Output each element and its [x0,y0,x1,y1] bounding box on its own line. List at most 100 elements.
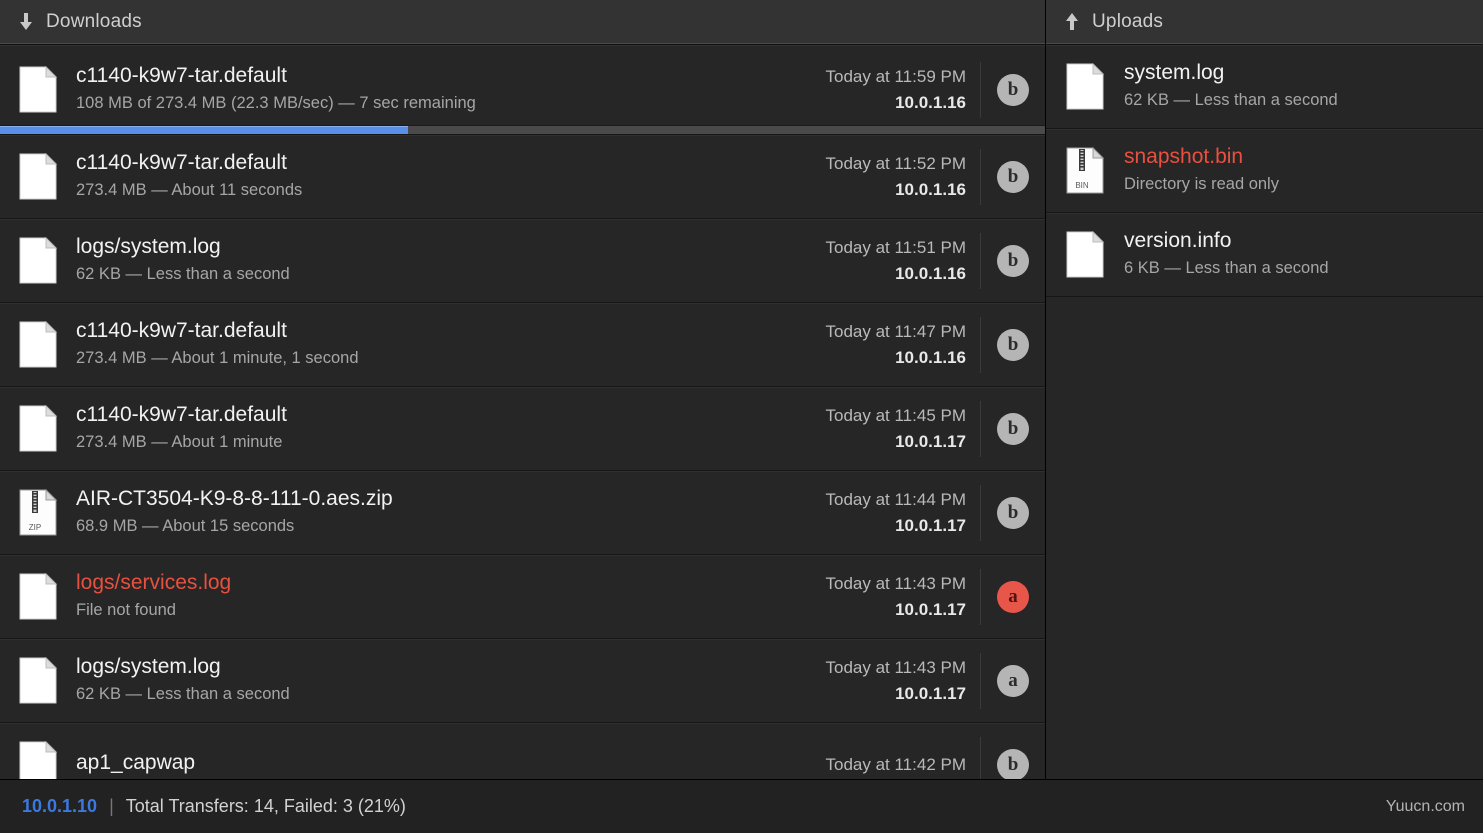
transfer-row[interactable]: ap1_capwap Today at 11:42 PM b [0,723,1045,779]
connection-badge[interactable]: b [997,412,1029,445]
transfer-meta-cell: Today at 11:52 PM 10.0.1.16 [749,148,981,205]
file-icon-cell [0,741,76,779]
transfer-meta-cell: Today at 11:47 PM 10.0.1.16 [749,316,981,373]
download-arrow-icon [18,12,34,32]
transfer-row[interactable]: version.info 6 KB — Less than a second [1046,213,1483,297]
transfer-host: 10.0.1.16 [895,263,966,283]
transfer-time: Today at 11:51 PM [825,238,967,257]
connection-badge[interactable]: b [997,244,1029,277]
transfer-row[interactable]: c1140-k9w7-tar.default 273.4 MB — About … [0,387,1045,471]
document-icon [19,66,57,113]
connection-badge-cell: b [981,328,1045,361]
progress-bar-fill [0,126,408,134]
file-status: 62 KB — Less than a second [1124,91,1338,110]
uploads-header: Uploads [1046,0,1483,45]
file-status: 62 KB — Less than a second [76,685,290,704]
transfer-host: 10.0.1.16 [895,179,966,199]
file-status: 273.4 MB — About 1 minute [76,433,283,452]
connection-badge[interactable]: b [997,73,1029,106]
document-icon [19,573,57,620]
transfer-row[interactable]: c1140-k9w7-tar.default 273.4 MB — About … [0,303,1045,387]
connection-badge-cell: b [981,748,1045,779]
uploads-list[interactable]: system.log 62 KB — Less than a second BI… [1046,45,1483,779]
file-text-cell: c1140-k9w7-tar.default 108 MB of 273.4 M… [76,63,749,116]
transfer-meta-cell: Today at 11:59 PM 10.0.1.16 [749,61,981,118]
file-icon-cell [0,573,76,620]
transfer-time: Today at 11:52 PM [825,154,967,173]
file-text-cell: version.info 6 KB — Less than a second [1124,228,1483,281]
file-icon-cell [0,66,76,113]
transfer-row[interactable]: ZIP AIR-CT3504-K9-8-8-111-0.aes.zip 68.9… [0,471,1045,555]
transfer-host: 10.0.1.17 [895,515,966,535]
transfer-row[interactable]: logs/system.log 62 KB — Less than a seco… [0,639,1045,723]
file-icon-cell [0,237,76,284]
transfer-window: Downloads c1140-k9w7-tar.default 108 MB … [0,0,1483,833]
connection-badge[interactable]: a [997,664,1029,697]
file-text-cell: logs/services.log File not found [76,570,749,623]
file-text-cell: c1140-k9w7-tar.default 273.4 MB — About … [76,402,749,455]
connection-badge-cell: b [981,73,1045,106]
connection-badge-cell: a [981,580,1045,613]
zip-icon: ZIP [19,489,57,536]
file-name: logs/system.log [76,235,221,258]
transfer-host: 10.0.1.17 [895,683,966,703]
file-name: c1140-k9w7-tar.default [76,319,287,342]
file-name: system.log [1124,61,1225,84]
file-name: ap1_capwap [76,751,196,775]
connection-badge[interactable]: a [997,580,1029,613]
transfer-row[interactable]: logs/services.log File not found Today a… [0,555,1045,639]
status-ip[interactable]: 10.0.1.10 [22,796,97,817]
file-text-cell: logs/system.log 62 KB — Less than a seco… [76,654,749,707]
connection-badge[interactable]: b [997,328,1029,361]
connection-badge-cell: b [981,244,1045,277]
file-icon-cell [0,321,76,368]
transfer-row[interactable]: c1140-k9w7-tar.default 273.4 MB — About … [0,135,1045,219]
transfer-time: Today at 11:59 PM [825,67,967,86]
transfer-meta-cell: Today at 11:43 PM 10.0.1.17 [749,568,981,625]
connection-badge-cell: b [981,412,1045,445]
downloads-title: Downloads [46,11,142,32]
transfer-time: Today at 11:43 PM [825,574,967,593]
document-icon [19,405,57,452]
document-icon [1066,231,1104,278]
transfer-meta-cell: Today at 11:42 PM [749,736,981,779]
transfer-meta-cell: Today at 11:51 PM 10.0.1.16 [749,232,981,289]
file-name: snapshot.bin [1124,145,1244,168]
file-text-cell: snapshot.bin Directory is read only [1124,144,1483,197]
file-text-cell: c1140-k9w7-tar.default 273.4 MB — About … [76,150,749,203]
connection-badge[interactable]: b [997,496,1029,529]
downloads-list[interactable]: c1140-k9w7-tar.default 108 MB of 273.4 M… [0,45,1045,779]
connection-badge[interactable]: b [997,160,1029,193]
file-name: logs/services.log [76,571,232,594]
document-icon [19,741,57,779]
connection-badge[interactable]: b [997,748,1029,779]
status-summary: Total Transfers: 14, Failed: 3 (21%) [125,796,406,816]
file-text-cell: AIR-CT3504-K9-8-8-111-0.aes.zip 68.9 MB … [76,486,749,539]
transfer-time: Today at 11:44 PM [825,490,967,509]
uploads-title: Uploads [1092,11,1164,32]
transfer-row[interactable]: c1140-k9w7-tar.default 108 MB of 273.4 M… [0,45,1045,135]
transfer-row[interactable]: logs/system.log 62 KB — Less than a seco… [0,219,1045,303]
status-separator: | [109,796,114,816]
transfer-row[interactable]: system.log 62 KB — Less than a second [1046,45,1483,129]
connection-badge-cell: b [981,160,1045,193]
transfer-host: 10.0.1.17 [895,599,966,619]
transfer-time: Today at 11:47 PM [825,322,967,341]
file-name: c1140-k9w7-tar.default [76,403,287,426]
file-icon-cell [1046,63,1124,110]
file-status: 108 MB of 273.4 MB (22.3 MB/sec) — 7 sec… [76,94,476,113]
transfer-meta-cell: Today at 11:44 PM 10.0.1.17 [749,484,981,541]
connection-badge-cell: a [981,664,1045,697]
transfer-host: 10.0.1.16 [895,92,966,112]
file-name: c1140-k9w7-tar.default [76,151,287,174]
file-icon-cell [0,405,76,452]
upload-arrow-icon [1064,12,1080,32]
document-icon [19,657,57,704]
bin-icon: BIN [1066,147,1104,194]
transfer-row[interactable]: BIN snapshot.bin Directory is read only [1046,129,1483,213]
file-status: Directory is read only [1124,175,1279,194]
document-icon [19,237,57,284]
progress-bar [0,125,1045,134]
file-text-cell: ap1_capwap [76,750,749,778]
file-name: c1140-k9w7-tar.default [76,64,287,87]
